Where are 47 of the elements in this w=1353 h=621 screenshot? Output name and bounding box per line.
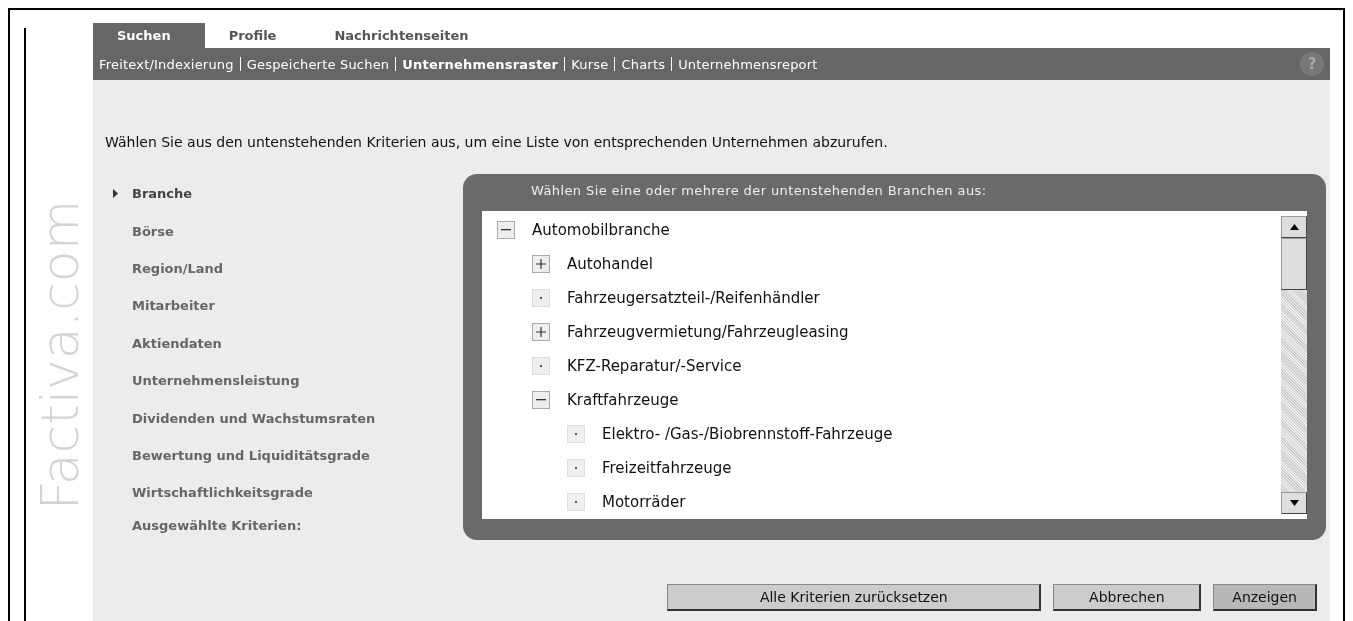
tab[interactable]: Nachrichtenseiten — [310, 23, 503, 48]
down-arrow-icon — [1289, 500, 1299, 506]
scroll-thumb[interactable] — [1281, 238, 1307, 290]
tree-item[interactable]: Kraftfahrzeuge — [567, 391, 679, 409]
scroll-down-button[interactable] — [1281, 492, 1307, 514]
tree-item[interactable]: Motorräder — [602, 493, 686, 511]
scroll-up-button[interactable] — [1281, 216, 1307, 238]
nav-link[interactable]: Kurse — [571, 56, 609, 72]
action-button[interactable]: Alle Kriterien zurücksetzen — [667, 584, 1042, 611]
criteria-item[interactable]: Börse — [113, 212, 463, 250]
expand-button[interactable] — [532, 323, 550, 341]
plus-icon — [536, 259, 546, 269]
nav-link[interactable]: Charts — [621, 56, 666, 72]
tab[interactable]: Suchen — [93, 23, 205, 48]
up-arrow-icon — [1289, 224, 1299, 230]
nav-link[interactable]: Unternehmensraster — [402, 56, 559, 72]
tree-item[interactable]: Fahrzeugersatzteil-/Reifenhändler — [567, 289, 820, 307]
nav-link[interactable]: Freitext/Indexierung — [99, 56, 234, 72]
selected-criteria-label: Ausgewählte Kriterien: — [132, 517, 303, 533]
minus-icon — [501, 229, 511, 231]
tree-item[interactable]: Fahrzeugvermietung/Fahrzeugleasing — [567, 323, 849, 341]
plus-icon — [536, 327, 546, 337]
action-button[interactable]: Abbrechen — [1053, 584, 1202, 611]
action-button[interactable]: Anzeigen — [1213, 584, 1317, 611]
tab[interactable]: Profile — [204, 23, 311, 48]
criteria-item[interactable]: Wirtschaftlichkeitsgrade — [113, 474, 463, 512]
tree-item[interactable]: Elektro- /Gas-/Biobrennstoff-Fahrzeuge — [602, 425, 893, 443]
tree-item[interactable]: Freizeitfahrzeuge — [602, 459, 732, 477]
criteria-item[interactable]: Aktiendaten — [113, 324, 463, 362]
criteria-item[interactable]: Region/Land — [113, 249, 463, 288]
panel-title: Wählen Sie eine oder mehrere der untenstehenden Branchen aus: — [530, 182, 988, 200]
collapse-button[interactable] — [497, 221, 515, 239]
nav-link[interactable]: Unternehmensreport — [678, 56, 818, 72]
instruction-text: Wählen Sie aus den untenstehenden Kriterien aus, um eine Liste von entsprechenden Unternehmen abzurufen. — [105, 134, 889, 150]
criteria-item[interactable]: Dividenden und Wachstumsraten — [113, 399, 463, 437]
tree-item[interactable]: Automobilbranche — [532, 221, 670, 239]
criteria-item[interactable]: Mitarbeiter — [113, 287, 463, 325]
minus-icon — [536, 399, 546, 401]
tree-item[interactable]: KFZ-Reparatur/-Service — [567, 357, 742, 375]
tree-item[interactable]: Autohandel — [567, 255, 653, 273]
nav-link[interactable]: Gespeicherte Suchen — [246, 56, 390, 72]
criteria-item[interactable]: Branche — [113, 175, 463, 213]
criteria-item[interactable]: Bewertung und Liquiditätsgrade — [113, 436, 463, 475]
arrow-icon — [113, 189, 118, 199]
collapse-button[interactable] — [532, 391, 550, 409]
criteria-item[interactable]: Unternehmensleistung — [113, 361, 463, 400]
expand-button[interactable] — [532, 255, 550, 273]
